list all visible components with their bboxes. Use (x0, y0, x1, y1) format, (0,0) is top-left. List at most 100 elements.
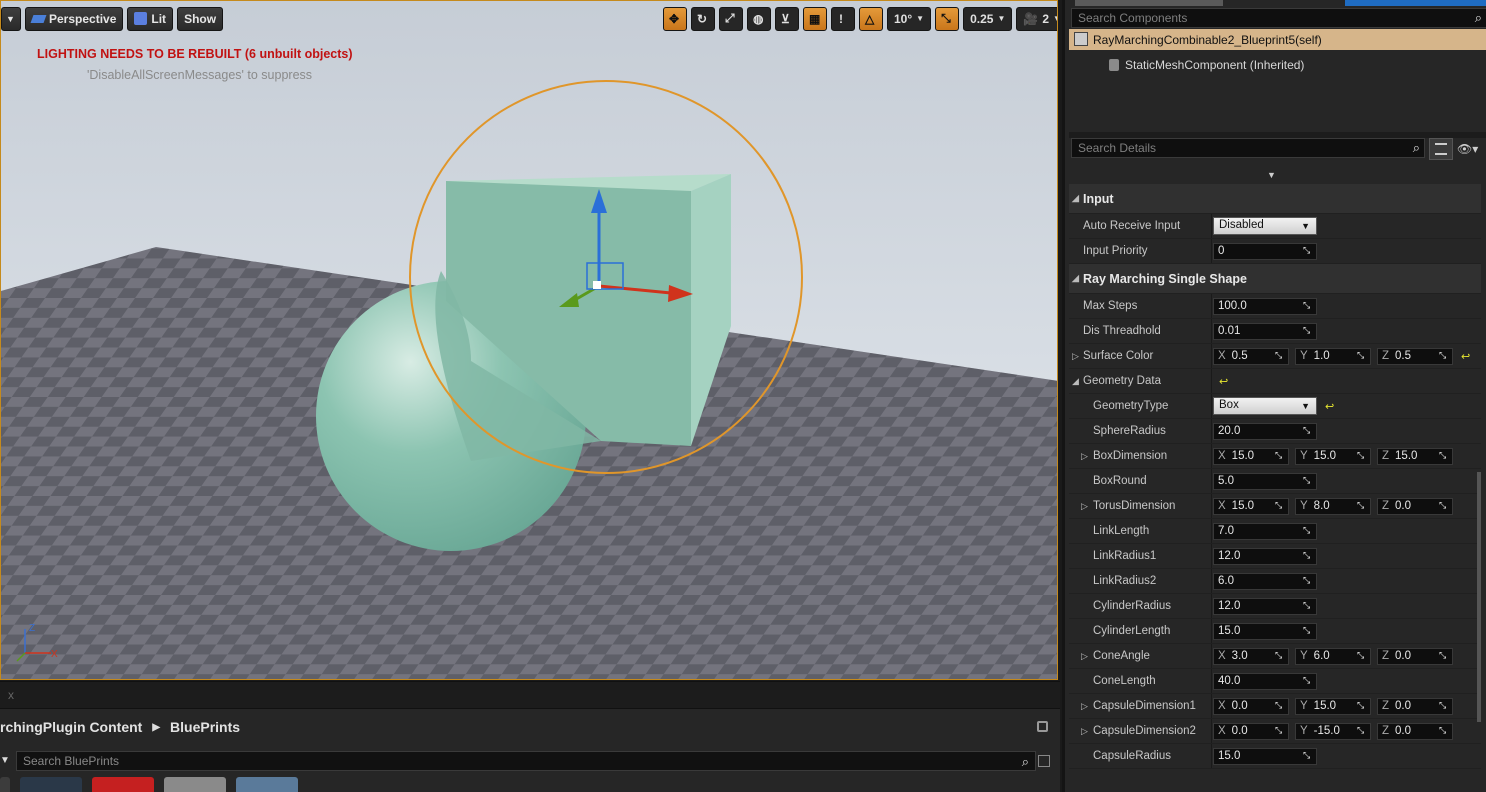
scale-snap-button[interactable]: ⤡ (935, 6, 960, 31)
rotate-button[interactable]: ↻ (691, 6, 715, 31)
drag-handle-icon[interactable]: ⤡ (1303, 576, 1312, 585)
category-0[interactable]: ◢ Input (1069, 184, 1481, 214)
numeric-input[interactable]: 12.0 ⤡ (1213, 598, 1317, 615)
reset-to-default-icon[interactable]: ↩ (1461, 350, 1470, 363)
drag-handle-icon[interactable]: ⤡ (1439, 351, 1448, 360)
numeric-input[interactable]: 15.0 ⤡ (1213, 623, 1317, 640)
drag-handle-icon[interactable]: ⤡ (1439, 451, 1448, 460)
numeric-input[interactable]: 6.0 ⤡ (1213, 573, 1317, 590)
translate-button[interactable]: ✥ (663, 6, 687, 31)
vector-x-input[interactable]: X 15.0 ⤡ (1213, 448, 1289, 465)
world-space-button[interactable]: ◍ (747, 6, 771, 31)
drag-handle-icon[interactable]: ⤡ (1303, 601, 1312, 610)
add-component-button[interactable] (1075, 0, 1223, 6)
drag-handle-icon[interactable]: ⤡ (1275, 726, 1284, 735)
numeric-input[interactable]: 100.0 ⤡ (1213, 298, 1317, 315)
reset-to-default-icon[interactable]: ↩ (1219, 375, 1228, 388)
save-search-icon[interactable] (1038, 755, 1050, 767)
column-divider[interactable] (1211, 239, 1212, 263)
drag-handle-icon[interactable]: ⤡ (1357, 451, 1366, 460)
vector-x-input[interactable]: X 3.0 ⤡ (1213, 648, 1289, 665)
asset-thumbnail[interactable] (92, 777, 154, 792)
drag-handle-icon[interactable]: ⤡ (1357, 351, 1366, 360)
drag-handle-icon[interactable]: ⤡ (1303, 551, 1312, 560)
column-divider[interactable] (1211, 344, 1212, 368)
vector-y-input[interactable]: Y 15.0 ⤡ (1295, 698, 1371, 715)
category-1[interactable]: ◢ Ray Marching Single Shape (1069, 264, 1481, 294)
drag-handle-icon[interactable]: ⤡ (1275, 701, 1284, 710)
column-divider[interactable] (1211, 694, 1212, 718)
grid-size-button[interactable]: ! (831, 6, 855, 31)
surface-snap-button[interactable]: ⊻ (775, 6, 799, 31)
drag-handle-icon[interactable]: ⤡ (1275, 651, 1284, 660)
numeric-input[interactable]: 15.0 ⤡ (1213, 748, 1317, 765)
scale-snap-value-button[interactable]: 0.25 ▼ (963, 6, 1013, 31)
column-divider[interactable] (1211, 544, 1212, 568)
drag-handle-icon[interactable]: ⤡ (1303, 751, 1312, 760)
column-divider[interactable] (1211, 744, 1212, 768)
column-divider[interactable] (1211, 494, 1212, 518)
column-divider[interactable] (1211, 719, 1212, 743)
chevron-down-icon[interactable]: ◢ (1072, 376, 1079, 387)
drag-handle-icon[interactable]: ⤡ (1275, 501, 1284, 510)
show-button[interactable]: Show (177, 6, 224, 31)
column-divider[interactable] (1211, 294, 1212, 318)
components-search-input[interactable]: Search Components ⌕ (1071, 8, 1486, 28)
asset-thumbnail[interactable] (20, 777, 82, 792)
drag-handle-icon[interactable]: ⤡ (1303, 526, 1312, 535)
column-divider[interactable] (1211, 319, 1212, 343)
numeric-input[interactable]: 5.0 ⤡ (1213, 473, 1317, 490)
drag-handle-icon[interactable]: ⤡ (1439, 651, 1448, 660)
grid-snap-button[interactable]: ▦ (803, 6, 827, 31)
column-divider[interactable] (1211, 444, 1212, 468)
column-divider[interactable] (1211, 214, 1212, 238)
lit-button[interactable]: Lit (127, 6, 174, 31)
details-scrollbar[interactable] (1477, 472, 1481, 722)
angle-snap-button[interactable]: △ (859, 6, 883, 31)
dropdown-select[interactable]: Disabled ▼ (1213, 217, 1317, 235)
column-divider[interactable] (1211, 569, 1212, 593)
property-matrix-button[interactable] (1429, 138, 1453, 160)
blueprints-search-input[interactable]: Search BluePrints ⌕ (16, 751, 1036, 771)
lock-icon[interactable] (1037, 721, 1048, 732)
vector-y-input[interactable]: Y 6.0 ⤡ (1295, 648, 1371, 665)
column-divider[interactable] (1211, 469, 1212, 493)
vector-z-input[interactable]: Z 0.0 ⤡ (1377, 698, 1453, 715)
drag-handle-icon[interactable]: ⤡ (1303, 326, 1312, 335)
scale-button[interactable]: ⤢ (719, 6, 743, 31)
drag-handle-icon[interactable]: ⤡ (1303, 301, 1312, 310)
blueprint-button[interactable] (1345, 0, 1486, 6)
drag-handle-icon[interactable]: ⤡ (1357, 726, 1366, 735)
rotation-snap-value-button[interactable]: 10° ▼ (887, 6, 932, 31)
drag-handle-icon[interactable]: ⤡ (1303, 626, 1312, 635)
drag-handle-icon[interactable]: ⤡ (1303, 676, 1312, 685)
chevron-right-icon[interactable]: ▷ (1081, 726, 1088, 737)
drag-handle-icon[interactable]: ⤡ (1303, 426, 1312, 435)
column-divider[interactable] (1211, 669, 1212, 693)
drag-handle-icon[interactable]: ⤡ (1439, 701, 1448, 710)
vector-x-input[interactable]: X 0.0 ⤡ (1213, 723, 1289, 740)
column-divider[interactable] (1211, 394, 1212, 418)
numeric-input[interactable]: 20.0 ⤡ (1213, 423, 1317, 440)
breadcrumb-item-blueprints[interactable]: BluePrints (170, 719, 240, 735)
reset-to-default-icon[interactable]: ↩ (1325, 400, 1334, 413)
level-viewport[interactable]: Z X ▼ Perspective Lit Show ✥ ↻ ⤢ ◍ ⊻ ▦ !… (0, 0, 1058, 680)
vector-y-input[interactable]: Y 15.0 ⤡ (1295, 448, 1371, 465)
perspective-button[interactable]: Perspective (25, 6, 124, 31)
vector-x-input[interactable]: X 0.5 ⤡ (1213, 348, 1289, 365)
drag-handle-icon[interactable]: ⤡ (1357, 651, 1366, 660)
asset-thumbnail[interactable] (164, 777, 226, 792)
numeric-input[interactable]: 0.01 ⤡ (1213, 323, 1317, 340)
numeric-input[interactable]: 40.0 ⤡ (1213, 673, 1317, 690)
asset-thumbnail[interactable] (236, 777, 298, 792)
viewport-options-button[interactable]: ▼ (1, 6, 21, 31)
drag-handle-icon[interactable]: ⤡ (1303, 476, 1312, 485)
vector-x-input[interactable]: X 15.0 ⤡ (1213, 498, 1289, 515)
chevron-right-icon[interactable]: ▷ (1081, 701, 1088, 712)
chevron-right-icon[interactable]: ▷ (1081, 651, 1088, 662)
chevron-down-icon[interactable]: ▼ (1267, 170, 1276, 180)
close-icon[interactable]: x (8, 688, 14, 702)
vector-z-input[interactable]: Z 0.5 ⤡ (1377, 348, 1453, 365)
scene-render[interactable]: Z X (1, 1, 1058, 680)
column-divider[interactable] (1211, 369, 1212, 393)
